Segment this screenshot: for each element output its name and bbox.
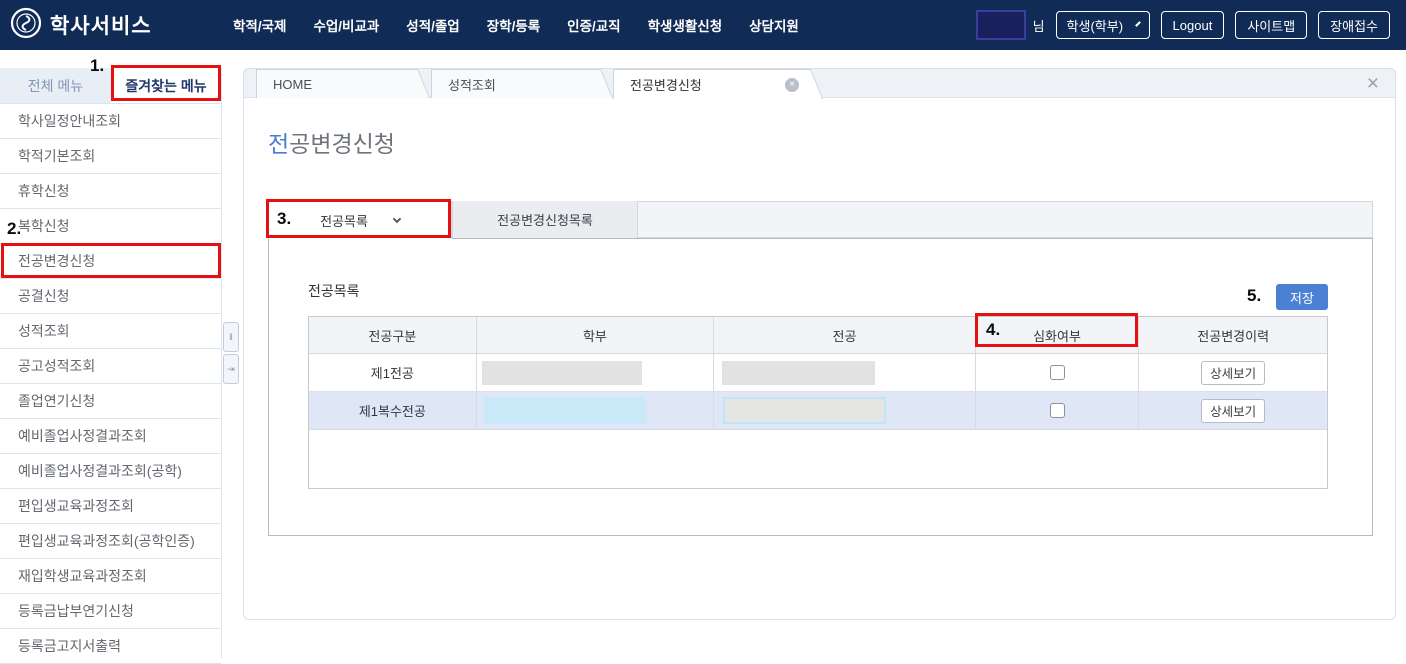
sidebar-item-excused-absence[interactable]: 공결신청 xyxy=(0,279,221,314)
nav-item-scholarship[interactable]: 장학/등록 xyxy=(487,15,540,35)
splitter-collapse-button[interactable]: ⇥ xyxy=(223,354,239,384)
header-change-history: 전공변경이력 xyxy=(1139,317,1327,353)
redacted-value xyxy=(723,397,886,424)
sidebar-item-return-application[interactable]: 복학신청 xyxy=(0,209,221,244)
user-honorific: 님 xyxy=(1033,16,1045,35)
tab-major-change-label: 전공변경신청 xyxy=(630,75,702,94)
header-major-category: 전공구분 xyxy=(309,317,477,353)
sidebar-divider xyxy=(221,68,222,658)
nav-item-courses[interactable]: 수업/비교과 xyxy=(313,15,379,35)
brand-logo[interactable]: 학사서비스 xyxy=(0,7,233,44)
table-row: 제1전공 상세보기 xyxy=(309,354,1327,392)
header-major: 전공 xyxy=(714,317,975,353)
detail-view-button[interactable]: 상세보기 xyxy=(1201,361,1265,385)
sidebar-item-tuition-bill-print[interactable]: 등록금고지서출력 xyxy=(0,629,221,664)
nav-item-counseling[interactable]: 상담지원 xyxy=(749,15,799,35)
university-emblem-icon xyxy=(10,7,42,44)
sidebar-item-readmission-curriculum[interactable]: 재입학생교육과정조회 xyxy=(0,559,221,594)
chevron-down-icon xyxy=(393,215,401,223)
section-title: 전공목록 xyxy=(308,281,360,301)
cell-change-history: 상세보기 xyxy=(1139,354,1327,391)
username-redacted xyxy=(976,10,1026,40)
nav-item-student-life[interactable]: 학생생활신청 xyxy=(648,15,723,35)
page-title-accent: 전 xyxy=(268,131,289,157)
save-button[interactable]: 저장 xyxy=(1276,284,1328,310)
top-navigation: 학적/국제 수업/비교과 성적/졸업 장학/등록 인증/교직 학생생활신청 상담… xyxy=(233,15,799,35)
subtab-strip: 전공목록 전공변경신청목록 xyxy=(268,201,1373,238)
app-title: 학사서비스 xyxy=(50,10,152,40)
tab-major-change[interactable]: 전공변경신청 × xyxy=(613,69,809,99)
sidebar-item-posted-grades[interactable]: 공고성적조회 xyxy=(0,349,221,384)
redacted-value xyxy=(722,361,875,385)
table-row: 제1복수전공 상세보기 xyxy=(309,392,1327,430)
redacted-value xyxy=(482,361,642,385)
window-tab-strip: HOME 성적조회 전공변경신청 × × xyxy=(243,68,1396,98)
cell-major xyxy=(714,392,975,429)
tab-home[interactable]: HOME xyxy=(256,69,416,98)
page-title-rest: 공변경신청 xyxy=(289,131,395,157)
tab-grade-inquiry-label: 성적조회 xyxy=(448,75,496,94)
major-list-table: 전공구분 학부 전공 심화여부 전공변경이력 제1전공 상세보기 제1복수전공 … xyxy=(308,316,1328,489)
role-dropdown-value: 학생(학부) xyxy=(1067,16,1124,35)
grip-icon: ‖ xyxy=(229,332,233,342)
screen: 학사서비스 학적/국제 수업/비교과 성적/졸업 장학/등록 인증/교직 학생생… xyxy=(0,0,1406,658)
cell-faculty xyxy=(477,392,715,429)
topbar-user-area: 님 학생(학부) Logout 사이트맵 장애접수 xyxy=(976,0,1390,50)
cell-major-category: 제1복수전공 xyxy=(309,392,477,429)
table-empty-area xyxy=(309,430,1327,488)
tab-home-label: HOME xyxy=(273,77,312,92)
error-report-button[interactable]: 장애접수 xyxy=(1318,11,1390,39)
table-header-row: 전공구분 학부 전공 심화여부 전공변경이력 xyxy=(309,317,1327,354)
subtab-major-list-label: 전공목록 xyxy=(320,211,368,230)
cell-deepening xyxy=(976,354,1140,391)
nav-item-certification[interactable]: 인증/교직 xyxy=(567,15,620,35)
collapse-arrow-icon: ⇥ xyxy=(227,364,235,375)
cell-major xyxy=(714,354,975,391)
sidebar-item-major-change[interactable]: 전공변경신청 xyxy=(0,244,221,279)
redacted-value xyxy=(484,397,646,424)
sidebar-item-pre-graduation-result-eng[interactable]: 예비졸업사정결과조회(공학) xyxy=(0,454,221,489)
deepening-checkbox[interactable] xyxy=(1050,365,1065,380)
sidebar-menu-list: 학사일정안내조회 학적기본조회 휴학신청 복학신청 전공변경신청 공결신청 성적… xyxy=(0,103,221,664)
sidebar-item-tuition-deferral[interactable]: 등록금납부연기신청 xyxy=(0,594,221,629)
role-dropdown[interactable]: 학생(학부) xyxy=(1056,11,1150,39)
sidebar-tab-all-menu[interactable]: 전체 메뉴 xyxy=(0,68,111,103)
tab-grade-inquiry[interactable]: 성적조회 xyxy=(431,69,599,98)
cell-deepening xyxy=(976,392,1140,429)
subtab-change-request-list-label: 전공변경신청목록 xyxy=(497,210,593,229)
subtab-change-request-list[interactable]: 전공변경신청목록 xyxy=(452,201,638,238)
main-panel: HOME 성적조회 전공변경신청 × × 전공변경신청 전공목록 전공변경신청목… xyxy=(243,68,1396,620)
splitter-grip-button[interactable]: ‖ xyxy=(223,322,239,352)
close-icon[interactable]: × xyxy=(1367,72,1379,96)
nav-item-records[interactable]: 학적/국제 xyxy=(233,15,286,35)
sidebar-item-transfer-curriculum[interactable]: 편입생교육과정조회 xyxy=(0,489,221,524)
detail-view-button[interactable]: 상세보기 xyxy=(1201,399,1265,423)
topbar: 학사서비스 학적/국제 수업/비교과 성적/졸업 장학/등록 인증/교직 학생생… xyxy=(0,0,1406,50)
sidebar-tabs: 전체 메뉴 즐겨찾는 메뉴 xyxy=(0,68,221,103)
sidebar-item-graduation-deferral[interactable]: 졸업연기신청 xyxy=(0,384,221,419)
sidebar-item-academic-calendar[interactable]: 학사일정안내조회 xyxy=(0,104,221,139)
sidebar-tab-favorites-menu[interactable]: 즐겨찾는 메뉴 xyxy=(111,68,221,103)
logout-button[interactable]: Logout xyxy=(1161,11,1225,39)
sidebar-item-pre-graduation-result[interactable]: 예비졸업사정결과조회 xyxy=(0,419,221,454)
sidebar-item-grade-inquiry[interactable]: 성적조회 xyxy=(0,314,221,349)
sidebar-item-record-basic[interactable]: 학적기본조회 xyxy=(0,139,221,174)
tab-close-icon[interactable]: × xyxy=(785,78,799,92)
cell-faculty xyxy=(477,354,715,391)
sitemap-button[interactable]: 사이트맵 xyxy=(1235,11,1307,39)
header-deepening: 심화여부 xyxy=(976,317,1140,353)
chevron-down-icon xyxy=(1135,21,1141,27)
nav-item-grades[interactable]: 성적/졸업 xyxy=(406,15,459,35)
sidebar-item-transfer-curriculum-abeek[interactable]: 편입생교육과정조회(공학인증) xyxy=(0,524,221,559)
page-title: 전공변경신청 xyxy=(268,125,395,159)
header-faculty: 학부 xyxy=(477,317,715,353)
subtab-major-list[interactable]: 전공목록 xyxy=(268,201,452,239)
cell-change-history: 상세보기 xyxy=(1139,392,1327,429)
cell-major-category: 제1전공 xyxy=(309,354,477,391)
sidebar-item-leave-application[interactable]: 휴학신청 xyxy=(0,174,221,209)
deepening-checkbox[interactable] xyxy=(1050,403,1065,418)
